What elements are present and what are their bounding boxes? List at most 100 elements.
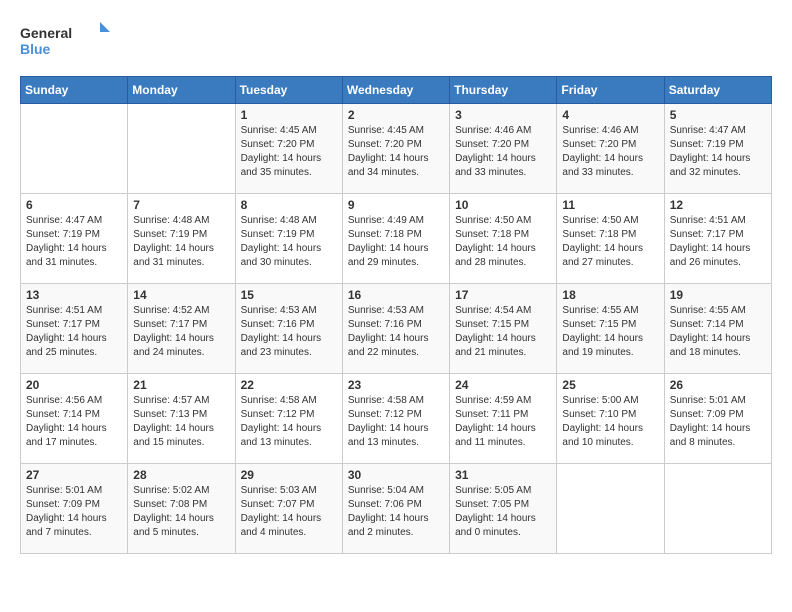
header-cell-tuesday: Tuesday <box>235 77 342 104</box>
calendar-week-4: 27Sunrise: 5:01 AM Sunset: 7:09 PM Dayli… <box>21 464 772 554</box>
calendar-cell: 25 Sunrise: 5:00 AM Sunset: 7:10 PM Dayli… <box>557 374 664 464</box>
header-cell-saturday: Saturday <box>664 77 771 104</box>
header-cell-wednesday: Wednesday <box>342 77 449 104</box>
calendar-cell <box>21 104 128 194</box>
calendar-cell: 30Sunrise: 5:04 AM Sunset: 7:06 PM Dayli… <box>342 464 449 554</box>
day-number: 25 <box>562 378 658 392</box>
calendar-cell: 11 Sunrise: 4:50 AM Sunset: 7:18 PM Dayli… <box>557 194 664 284</box>
calendar-cell: 8Sunrise: 4:48 AM Sunset: 7:19 PM Daylig… <box>235 194 342 284</box>
cell-info: Sunrise: 4:53 AM Sunset: 7:16 PM Dayligh… <box>348 304 444 360</box>
calendar-cell: 20 Sunrise: 4:56 AM Sunset: 7:14 PM Dayli… <box>21 374 128 464</box>
calendar-cell: 15 Sunrise: 4:53 AM Sunset: 7:16 PM Dayli… <box>235 284 342 374</box>
calendar-cell <box>557 464 664 554</box>
calendar-cell: 9 Sunrise: 4:49 AM Sunset: 7:18 PM Daylig… <box>342 194 449 284</box>
day-number: 4 <box>562 108 658 122</box>
calendar-cell: 13Sunrise: 4:51 AM Sunset: 7:17 PM Dayli… <box>21 284 128 374</box>
calendar-cell: 16 Sunrise: 4:53 AM Sunset: 7:16 PM Dayli… <box>342 284 449 374</box>
day-number: 22 <box>241 378 337 392</box>
calendar-cell: 22 Sunrise: 4:58 AM Sunset: 7:12 PM Dayli… <box>235 374 342 464</box>
cell-info: Sunrise: 5:01 AM Sunset: 7:09 PM Dayligh… <box>670 394 766 450</box>
calendar-cell: 12Sunrise: 4:51 AM Sunset: 7:17 PM Dayli… <box>664 194 771 284</box>
calendar-table: SundayMondayTuesdayWednesdayThursdayFrid… <box>20 76 772 554</box>
calendar-cell: 7Sunrise: 4:48 AM Sunset: 7:19 PM Daylig… <box>128 194 235 284</box>
cell-info: Sunrise: 4:57 AM Sunset: 7:13 PM Dayligh… <box>133 394 229 450</box>
day-number: 2 <box>348 108 444 122</box>
cell-info: Sunrise: 4:53 AM Sunset: 7:16 PM Dayligh… <box>241 304 337 360</box>
cell-info: Sunrise: 4:49 AM Sunset: 7:18 PM Dayligh… <box>348 214 444 270</box>
cell-info: Sunrise: 4:47 AM Sunset: 7:19 PM Dayligh… <box>670 124 766 180</box>
day-number: 16 <box>348 288 444 302</box>
cell-info: Sunrise: 4:54 AM Sunset: 7:15 PM Dayligh… <box>455 304 551 360</box>
calendar-cell: 2 Sunrise: 4:45 AM Sunset: 7:20 PM Daylig… <box>342 104 449 194</box>
calendar-cell: 24 Sunrise: 4:59 AM Sunset: 7:11 PM Dayli… <box>450 374 557 464</box>
calendar-cell: 28 Sunrise: 5:02 AM Sunset: 7:08 PM Dayli… <box>128 464 235 554</box>
cell-info: Sunrise: 4:45 AM Sunset: 7:20 PM Dayligh… <box>348 124 444 180</box>
cell-info: Sunrise: 4:51 AM Sunset: 7:17 PM Dayligh… <box>670 214 766 270</box>
cell-info: Sunrise: 5:05 AM Sunset: 7:05 PM Dayligh… <box>455 484 551 540</box>
cell-info: Sunrise: 4:55 AM Sunset: 7:15 PM Dayligh… <box>562 304 658 360</box>
page-header: General Blue <box>20 20 772 60</box>
cell-info: Sunrise: 4:58 AM Sunset: 7:12 PM Dayligh… <box>348 394 444 450</box>
day-number: 30 <box>348 468 444 482</box>
cell-info: Sunrise: 4:51 AM Sunset: 7:17 PM Dayligh… <box>26 304 122 360</box>
day-number: 28 <box>133 468 229 482</box>
day-number: 10 <box>455 198 551 212</box>
cell-info: Sunrise: 4:59 AM Sunset: 7:11 PM Dayligh… <box>455 394 551 450</box>
day-number: 17 <box>455 288 551 302</box>
cell-info: Sunrise: 4:56 AM Sunset: 7:14 PM Dayligh… <box>26 394 122 450</box>
calendar-cell: 6 Sunrise: 4:47 AM Sunset: 7:19 PM Daylig… <box>21 194 128 284</box>
day-number: 23 <box>348 378 444 392</box>
calendar-week-2: 13Sunrise: 4:51 AM Sunset: 7:17 PM Dayli… <box>21 284 772 374</box>
day-number: 15 <box>241 288 337 302</box>
calendar-week-0: 1 Sunrise: 4:45 AM Sunset: 7:20 PM Daylig… <box>21 104 772 194</box>
day-number: 11 <box>562 198 658 212</box>
header-row: SundayMondayTuesdayWednesdayThursdayFrid… <box>21 77 772 104</box>
cell-info: Sunrise: 4:46 AM Sunset: 7:20 PM Dayligh… <box>562 124 658 180</box>
day-number: 31 <box>455 468 551 482</box>
logo: General Blue <box>20 20 110 60</box>
cell-info: Sunrise: 4:45 AM Sunset: 7:20 PM Dayligh… <box>241 124 337 180</box>
day-number: 1 <box>241 108 337 122</box>
cell-info: Sunrise: 5:03 AM Sunset: 7:07 PM Dayligh… <box>241 484 337 540</box>
day-number: 27 <box>26 468 122 482</box>
cell-info: Sunrise: 4:47 AM Sunset: 7:19 PM Dayligh… <box>26 214 122 270</box>
calendar-cell <box>664 464 771 554</box>
calendar-cell: 26Sunrise: 5:01 AM Sunset: 7:09 PM Dayli… <box>664 374 771 464</box>
day-number: 3 <box>455 108 551 122</box>
calendar-header: SundayMondayTuesdayWednesdayThursdayFrid… <box>21 77 772 104</box>
header-cell-monday: Monday <box>128 77 235 104</box>
day-number: 18 <box>562 288 658 302</box>
cell-info: Sunrise: 4:58 AM Sunset: 7:12 PM Dayligh… <box>241 394 337 450</box>
cell-info: Sunrise: 4:50 AM Sunset: 7:18 PM Dayligh… <box>562 214 658 270</box>
day-number: 20 <box>26 378 122 392</box>
calendar-cell: 17 Sunrise: 4:54 AM Sunset: 7:15 PM Dayli… <box>450 284 557 374</box>
calendar-cell: 14 Sunrise: 4:52 AM Sunset: 7:17 PM Dayli… <box>128 284 235 374</box>
day-number: 19 <box>670 288 766 302</box>
calendar-cell: 31 Sunrise: 5:05 AM Sunset: 7:05 PM Dayli… <box>450 464 557 554</box>
calendar-cell: 3 Sunrise: 4:46 AM Sunset: 7:20 PM Daylig… <box>450 104 557 194</box>
day-number: 24 <box>455 378 551 392</box>
calendar-cell: 18 Sunrise: 4:55 AM Sunset: 7:15 PM Dayli… <box>557 284 664 374</box>
calendar-cell <box>128 104 235 194</box>
cell-info: Sunrise: 4:46 AM Sunset: 7:20 PM Dayligh… <box>455 124 551 180</box>
calendar-cell: 27Sunrise: 5:01 AM Sunset: 7:09 PM Dayli… <box>21 464 128 554</box>
calendar-week-1: 6 Sunrise: 4:47 AM Sunset: 7:19 PM Daylig… <box>21 194 772 284</box>
cell-info: Sunrise: 5:00 AM Sunset: 7:10 PM Dayligh… <box>562 394 658 450</box>
calendar-week-3: 20 Sunrise: 4:56 AM Sunset: 7:14 PM Dayli… <box>21 374 772 464</box>
day-number: 14 <box>133 288 229 302</box>
day-number: 9 <box>348 198 444 212</box>
calendar-cell: 21Sunrise: 4:57 AM Sunset: 7:13 PM Dayli… <box>128 374 235 464</box>
header-cell-thursday: Thursday <box>450 77 557 104</box>
day-number: 7 <box>133 198 229 212</box>
cell-info: Sunrise: 4:52 AM Sunset: 7:17 PM Dayligh… <box>133 304 229 360</box>
calendar-body: 1 Sunrise: 4:45 AM Sunset: 7:20 PM Daylig… <box>21 104 772 554</box>
calendar-cell: 1 Sunrise: 4:45 AM Sunset: 7:20 PM Daylig… <box>235 104 342 194</box>
header-cell-sunday: Sunday <box>21 77 128 104</box>
cell-info: Sunrise: 5:02 AM Sunset: 7:08 PM Dayligh… <box>133 484 229 540</box>
day-number: 29 <box>241 468 337 482</box>
calendar-cell: 19Sunrise: 4:55 AM Sunset: 7:14 PM Dayli… <box>664 284 771 374</box>
logo-svg: General Blue <box>20 20 110 60</box>
calendar-cell: 4 Sunrise: 4:46 AM Sunset: 7:20 PM Daylig… <box>557 104 664 194</box>
day-number: 6 <box>26 198 122 212</box>
calendar-cell: 23 Sunrise: 4:58 AM Sunset: 7:12 PM Dayli… <box>342 374 449 464</box>
